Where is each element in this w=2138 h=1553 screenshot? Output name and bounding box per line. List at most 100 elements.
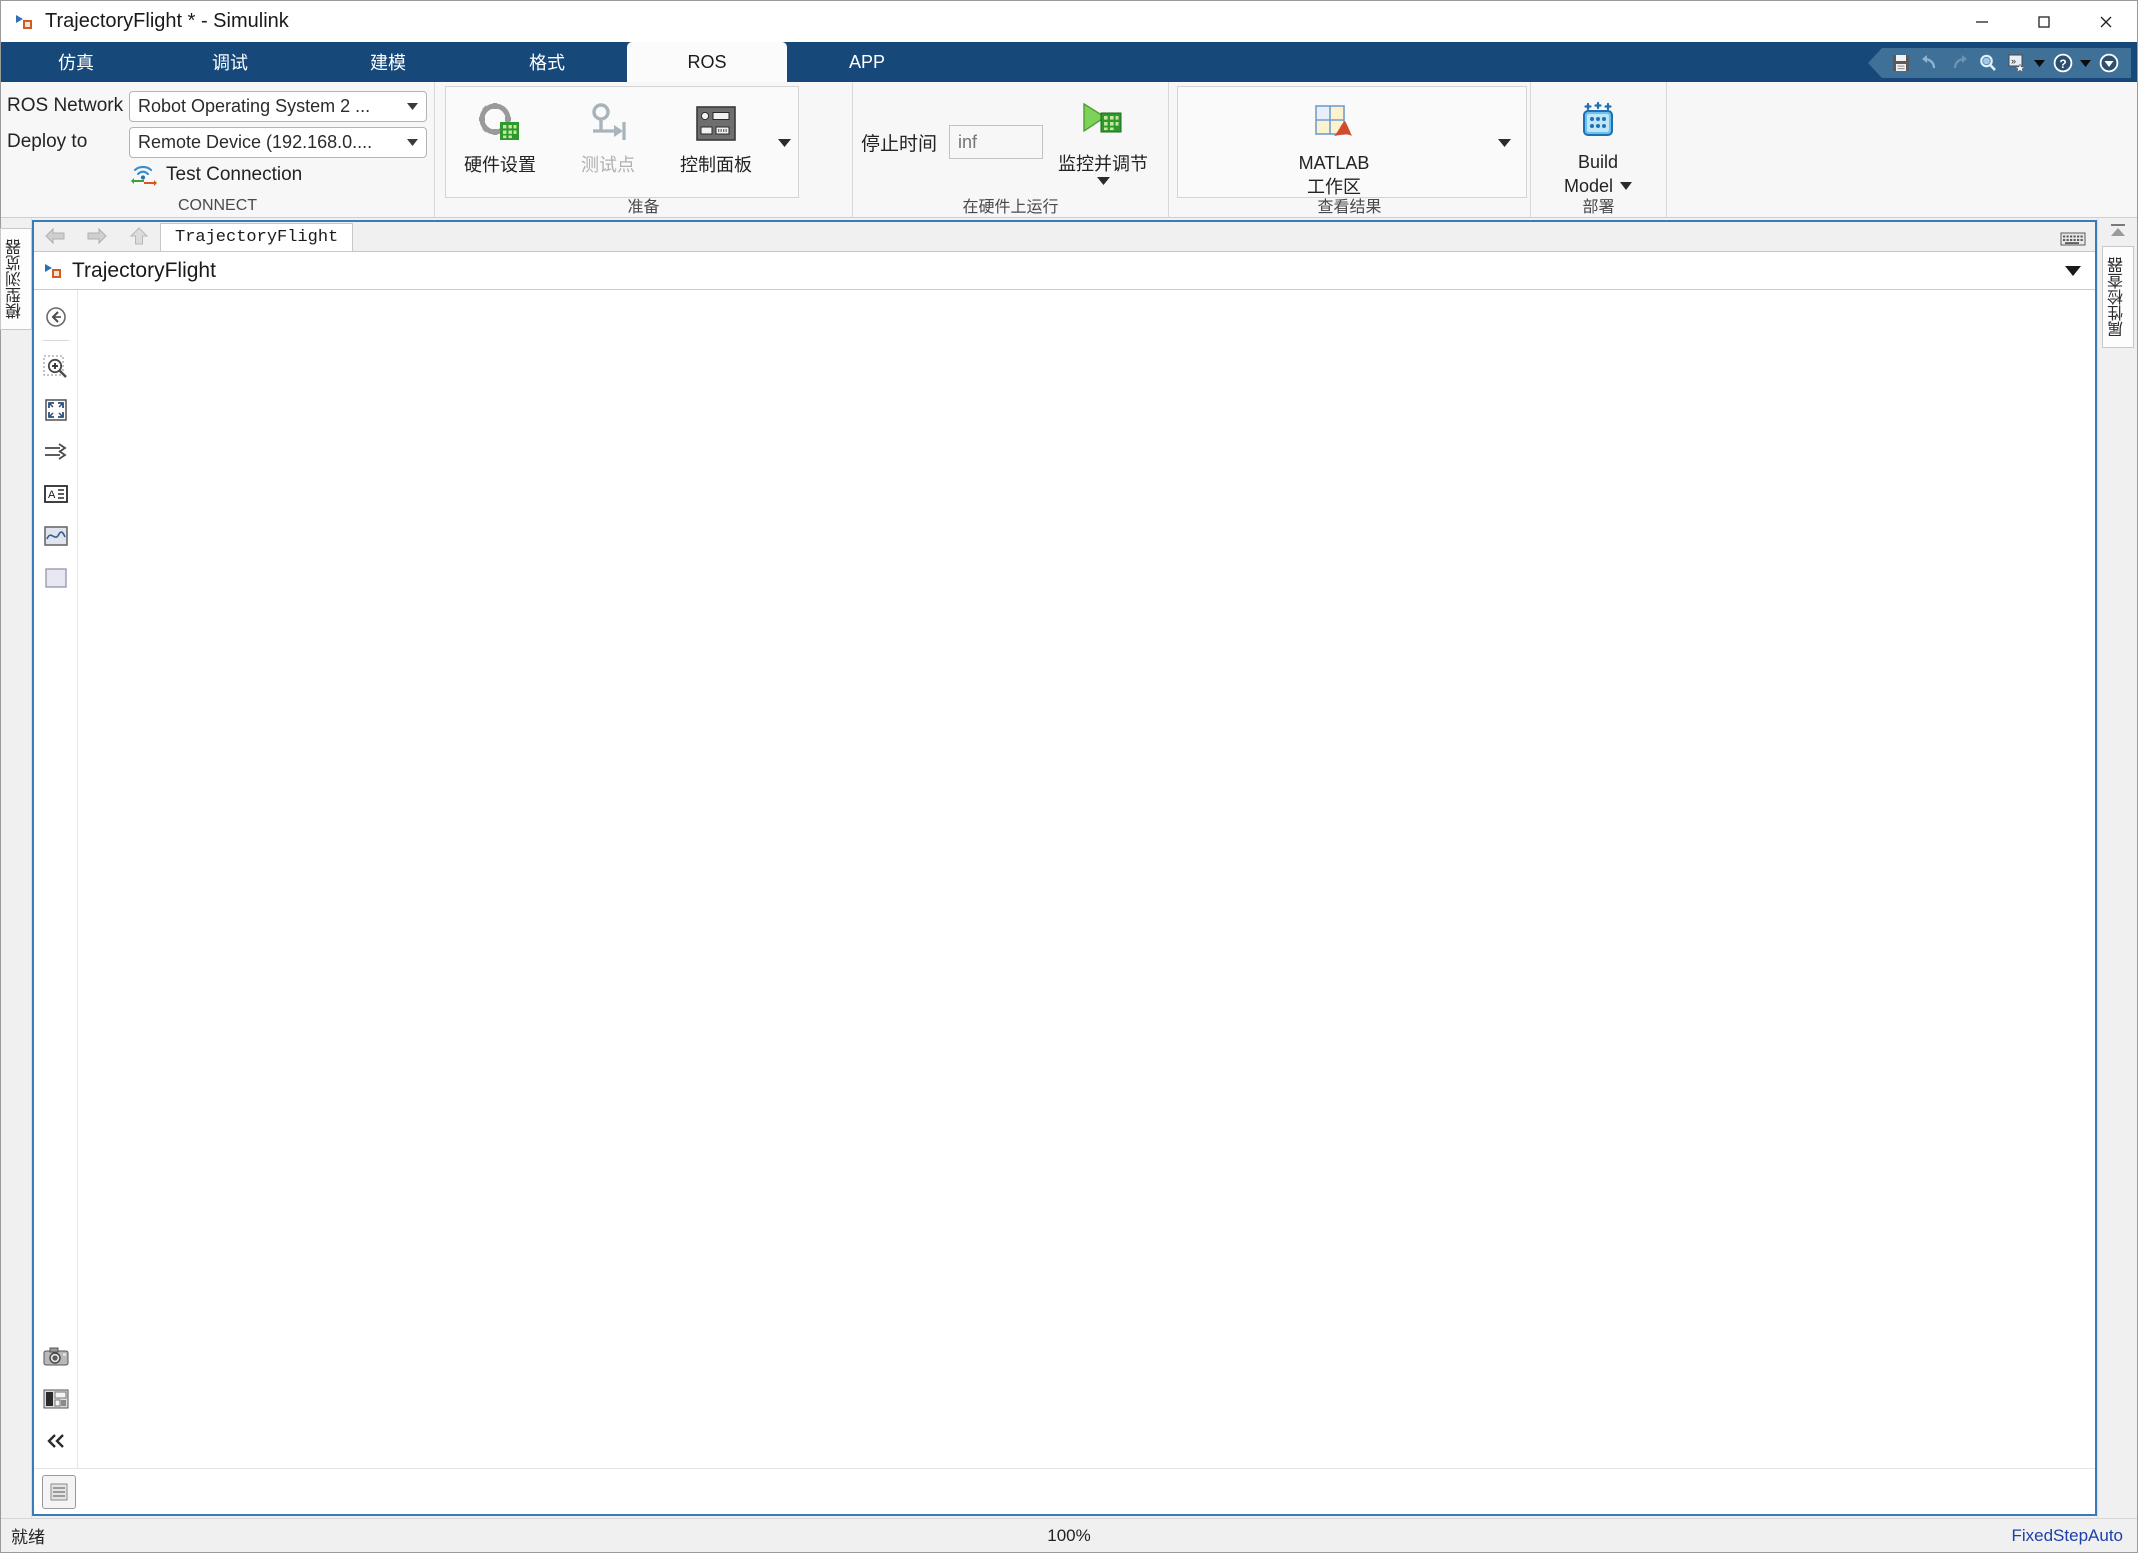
ribbon-group-view-results: MATLAB 工作区 查看结果 [1169,82,1531,218]
stop-time-input[interactable] [949,125,1044,159]
save-icon[interactable] [1886,50,1915,76]
svg-text:A: A [48,489,56,501]
test-connection-label: Test Connection [166,164,303,185]
annotation-tool[interactable]: A [38,473,74,515]
collapse-toolbar[interactable] [38,1420,74,1462]
undo-icon[interactable] [1915,50,1944,76]
deploy-to-dropdown[interactable]: Remote Device (192.168.0.... [129,126,427,158]
ros-network-value: Robot Operating System 2 ... [138,95,371,116]
keyboard-icon[interactable] [2057,227,2089,251]
deploy-to-row: Deploy to Remote Device (192.168.0.... [7,124,427,160]
view-results-expand-button[interactable] [1490,87,1518,197]
navigate-up-button[interactable] [118,221,160,251]
control-panel-label: 控制面板 [680,155,752,175]
navigate-forward-button[interactable] [76,221,118,251]
deploy-to-label: Deploy to [7,131,88,152]
ribbon-tab-bar: 仿真 调试 建模 格式 ROS APP » ? [1,42,2137,82]
simulink-model-icon [44,261,64,281]
view-results-group-label: 查看结果 [1317,199,1382,216]
build-model-label-line1: Build [1577,152,1619,172]
wifi-exchange-icon [131,163,157,187]
title-bar: TrajectoryFlight * - Simulink [1,1,2137,42]
window-title: TrajectoryFlight * - Simulink [45,10,289,32]
view-results-panel: MATLAB 工作区 [1177,86,1527,198]
matlab-workspace-icon [1312,97,1356,149]
help-caret[interactable] [2077,50,2094,76]
build-model-button[interactable]: Build Model [1531,86,1665,198]
test-point-label: 测试点 [581,155,635,175]
zoom-region-tool[interactable] [38,347,74,389]
control-panel-icon [694,97,738,151]
build-chip-icon [1576,96,1620,148]
stop-time-label: 停止时间 [861,133,938,155]
ribbon-group-prepare: 硬件设置 测试点 控制面板 准备 [435,82,853,218]
customize-icon[interactable] [2094,50,2123,76]
gear-chip-icon [475,97,525,151]
fast-restart-caret[interactable] [2031,50,2048,76]
prepare-panel: 硬件设置 测试点 控制面板 [445,86,799,198]
fit-to-view-tool[interactable] [38,389,74,431]
quick-access-toolbar: » ? [1868,48,2131,78]
status-solver-label[interactable]: FixedStepAuto [2011,1526,2137,1546]
window-controls [1951,1,2137,42]
model-tab-bar: TrajectoryFlight [34,222,2095,252]
ribbon-group-deploy: Build Model 部署 [1531,82,1667,218]
prepare-expand-button[interactable] [770,87,798,197]
toolbar-separator [42,340,69,341]
build-model-caret[interactable] [1620,182,1633,190]
help-icon[interactable]: ? [2048,50,2077,76]
model-explorer-icon[interactable] [42,1474,76,1509]
editor-area: 模型浏览器 TrajectoryFlight TrajectoryFlight … [0,218,2137,1518]
model-browser-tab[interactable]: 模型浏览器 [0,228,32,330]
ros-network-dropdown[interactable]: Robot Operating System 2 ... [129,90,427,122]
control-panel-button[interactable]: 控制面板 [662,87,770,199]
tab-simulation[interactable]: 仿真 [1,42,151,82]
area-tool[interactable] [38,557,74,599]
model-tab-trajectoryflight[interactable]: TrajectoryFlight [160,223,354,251]
signal-routing-tool[interactable] [38,431,74,473]
tab-debug[interactable]: 调试 [151,42,309,82]
search-icon[interactable] [1973,50,2002,76]
scope-tool[interactable] [38,515,74,557]
chevron-down-icon [400,102,424,110]
model-layout-tool[interactable] [38,1378,74,1420]
simulink-model-icon [15,12,35,32]
navigate-back-tool[interactable] [38,296,74,338]
test-connection-button[interactable]: Test Connection [7,160,302,190]
stop-time-row: 停止时间 [853,86,1051,198]
tab-ros[interactable]: ROS [627,42,787,82]
test-point-button[interactable]: 测试点 [554,87,662,199]
tab-app[interactable]: APP [787,42,947,82]
deploy-group-label: 部署 [1582,199,1615,216]
fast-restart-icon[interactable]: » [2002,50,2031,76]
tab-format[interactable]: 格式 [467,42,627,82]
svg-text:»: » [2011,56,2016,66]
right-dock: 属性检查器 [2097,218,2137,1518]
screenshot-tool[interactable] [38,1336,74,1378]
matlab-workspace-button[interactable]: MATLAB 工作区 [1178,87,1490,199]
simulink-window: TrajectoryFlight * - Simulink 仿真 调试 建模 格… [0,0,2138,1553]
ribbon-group-run-on-hardware: 停止时间 inf 监控并调节 在硬件上运行 [853,82,1169,218]
matlab-workspace-label-line2: 工作区 [1307,177,1361,197]
hardware-settings-button[interactable]: 硬件设置 [446,87,554,199]
breadcrumb-caret[interactable] [2065,265,2081,276]
navigate-back-button[interactable] [34,221,76,251]
monitor-tune-caret[interactable] [1096,177,1110,185]
redo-icon[interactable] [1944,50,1973,76]
maximize-button[interactable] [2013,1,2075,42]
tab-modeling[interactable]: 建模 [309,42,467,82]
minimize-button[interactable] [1951,1,2013,42]
ribbon: ROS Network Robot Operating System 2 ...… [1,82,2137,218]
model-canvas[interactable] [78,290,2095,1468]
canvas-toolbar: A [34,290,78,1468]
test-point-icon [585,97,631,151]
ros-network-label: ROS Network [7,95,124,116]
status-ready-label: 就绪 [11,1528,45,1547]
run-chip-icon [1079,96,1127,150]
close-button[interactable] [2075,1,2137,42]
property-inspector-tab[interactable]: 属性检查器 [2101,246,2134,348]
collapse-up-icon[interactable] [2098,218,2137,246]
canvas-row: A [34,290,2095,1468]
monitor-tune-button[interactable]: 监控并调节 [1051,86,1155,198]
monitor-tune-label: 监控并调节 [1058,154,1149,174]
